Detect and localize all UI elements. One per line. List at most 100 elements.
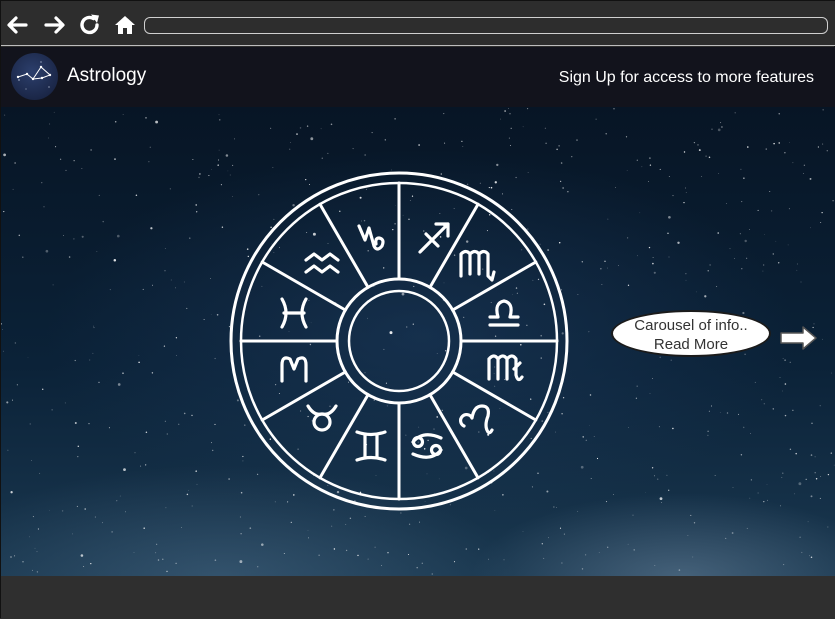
star [821,212,823,214]
star [683,151,686,153]
star [318,554,320,556]
read-more-link[interactable]: Read More [613,335,769,354]
star [815,478,818,480]
star [561,562,563,564]
star [693,141,696,144]
star [191,414,193,417]
star [178,423,180,425]
star [508,137,510,139]
star [763,234,765,235]
star [148,161,150,163]
star [810,454,813,456]
star [627,543,629,545]
star [145,117,147,119]
site-logo[interactable] [11,53,58,100]
star [114,158,116,160]
star [165,507,167,509]
star [800,281,802,283]
star [7,449,9,451]
star [742,311,745,315]
star [739,233,741,235]
star [628,427,629,428]
star [218,149,220,151]
star [36,551,38,553]
zodiac-wheel-image [229,171,569,511]
star [544,127,546,129]
star [64,402,66,404]
star [307,530,309,532]
star [775,240,777,242]
star [504,110,506,112]
star [707,430,709,432]
star [175,287,176,289]
star [687,535,689,537]
star [81,235,84,238]
star [811,422,813,424]
star [10,491,13,494]
star [122,114,124,116]
star [443,113,445,115]
star [685,187,686,189]
gemini-glyph [355,430,387,462]
wheel-spoke [318,393,370,480]
star [649,164,652,166]
star [400,512,402,514]
star [707,270,709,272]
address-bar[interactable] [144,17,828,34]
forward-button[interactable] [41,11,69,39]
star [772,408,775,410]
star [717,128,721,132]
star [125,511,126,513]
star [419,521,420,523]
star [581,261,583,263]
star [175,337,178,339]
star [668,256,670,258]
star [210,314,212,315]
star [661,501,662,503]
star [93,327,95,329]
star [53,111,55,113]
star [527,108,529,110]
star [47,137,49,139]
star [685,279,687,281]
star [387,551,389,554]
star [726,412,729,414]
star [408,523,411,525]
star [371,132,373,134]
star [164,270,166,272]
back-button[interactable] [3,11,31,39]
star [740,454,743,456]
star [113,259,117,262]
star [732,487,734,488]
star [810,556,813,558]
star [367,558,369,560]
home-button[interactable] [111,11,139,39]
star [807,521,809,523]
constellation-icon [16,61,52,90]
star [122,372,124,374]
star [48,510,50,511]
star [240,533,242,535]
reload-button[interactable] [76,11,104,39]
star [239,516,241,518]
star [749,432,751,434]
star [218,159,220,161]
page-footer [1,576,835,619]
star [164,420,166,422]
star [465,548,468,550]
star [685,192,687,193]
carousel-info-bubble[interactable]: Carousel of info.. Read More [611,310,771,357]
star [627,237,629,239]
star [65,169,67,171]
star [327,152,329,154]
star [211,442,212,444]
right-arrow-icon[interactable] [779,325,819,351]
signup-link[interactable]: Sign Up for access to more features [559,69,814,87]
star [677,241,680,245]
star [45,249,49,253]
star [757,492,759,494]
star [155,552,157,554]
star [585,554,587,556]
star [784,152,786,154]
star [89,359,91,361]
